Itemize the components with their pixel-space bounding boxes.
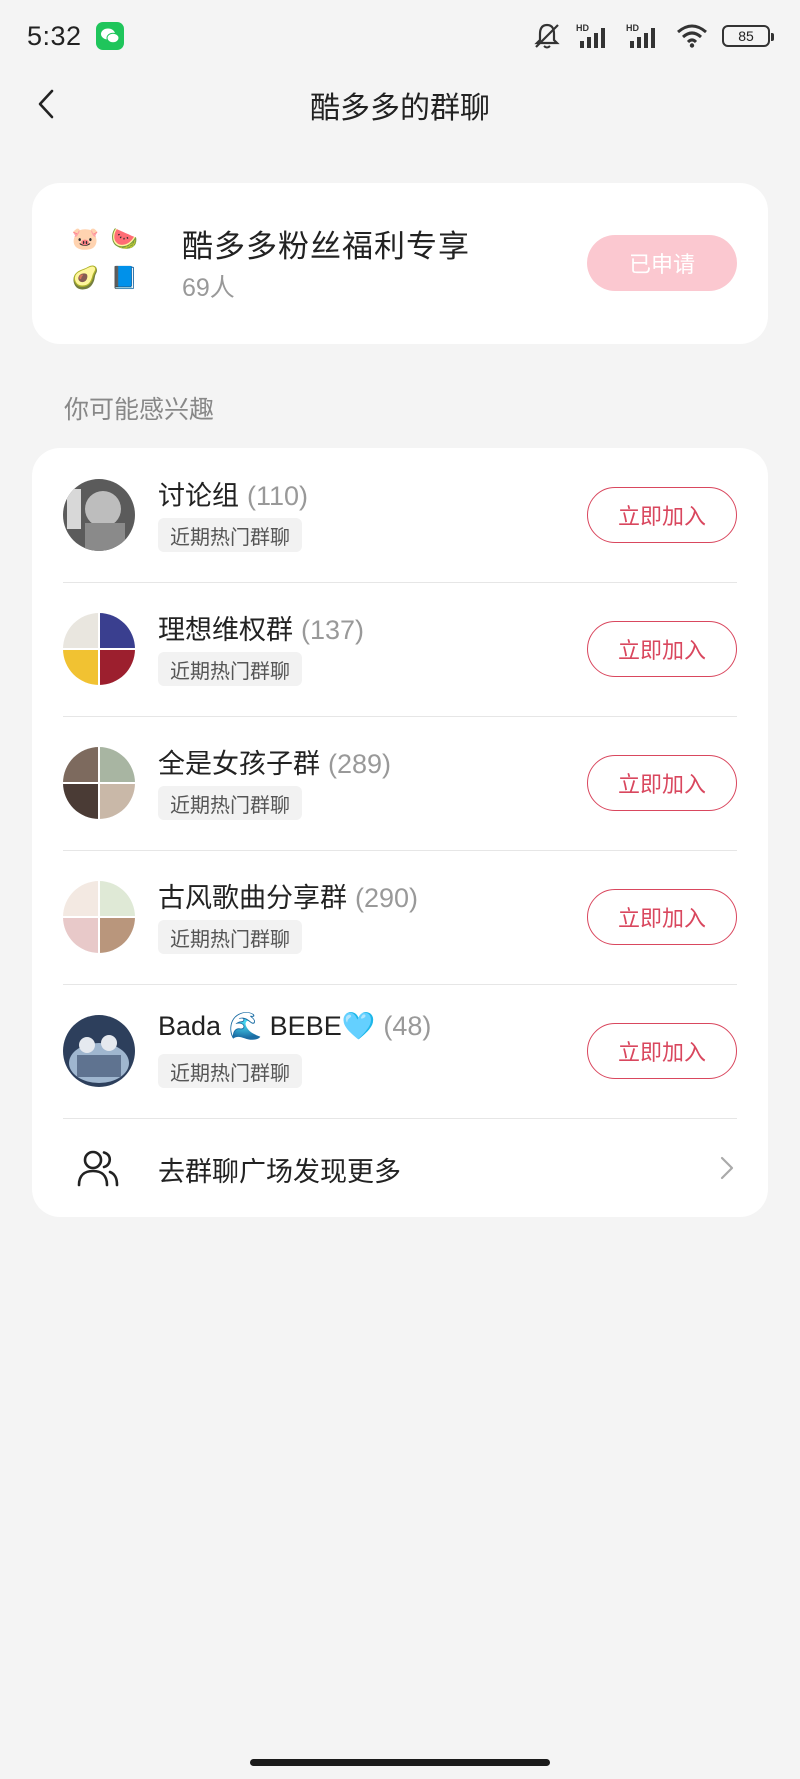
signal-2-icon: HD — [626, 23, 655, 48]
mosaic-cell: 🐷 — [71, 225, 100, 251]
group-name-line: Bada 🌊 BEBE🩵 (48) — [158, 1010, 431, 1042]
svg-text:HD: HD — [576, 23, 589, 33]
group-avatar — [63, 613, 135, 685]
chevron-right-icon — [720, 1156, 734, 1180]
page-header: 酷多多的群聊 — [0, 72, 800, 138]
chevron-left-icon — [38, 89, 54, 119]
discover-more-label: 去群聊广场发现更多 — [158, 1157, 401, 1187]
group-avatar-mosaic: 🐷 🍉 🥑 📘 — [66, 219, 144, 297]
group-avatar — [63, 1015, 135, 1087]
mosaic-cell: 🥑 — [71, 264, 100, 290]
mosaic-cell: 📘 — [110, 264, 139, 290]
suggested-groups-card: 讨论组 (110) 近期热门群聊 立即加入 理想维权群 (137) 近期热门群聊 立… — [32, 448, 768, 1217]
join-button[interactable]: 立即加入 — [587, 621, 737, 677]
group-name: Bada 🌊 BEBE🩵 — [158, 1011, 376, 1041]
group-member-count: (110) — [247, 481, 309, 511]
hot-group-tag: 近期热门群聊 — [158, 652, 302, 686]
back-button[interactable] — [24, 82, 68, 126]
mute-bell-icon — [534, 23, 560, 49]
join-button[interactable]: 立即加入 — [587, 755, 737, 811]
svg-text:HD: HD — [626, 23, 639, 33]
my-group-member-count: 69人 — [182, 274, 235, 302]
group-name-line: 理想维权群 (137) — [158, 608, 364, 647]
signal-1-icon: HD — [576, 23, 605, 48]
hot-group-tag: 近期热门群聊 — [158, 920, 302, 954]
status-time: 5:32 — [27, 20, 82, 51]
my-group-name: 酷多多粉丝福利专享 — [182, 229, 470, 264]
group-name: 全是女孩子群 — [158, 749, 320, 779]
battery-indicator: 85 — [722, 25, 774, 47]
group-name: 古风歌曲分享群 — [158, 883, 347, 913]
applied-button[interactable]: 已申请 — [587, 235, 737, 291]
group-row[interactable]: 全是女孩子群 (289) 近期热门群聊 立即加入 — [32, 716, 768, 850]
group-member-count: (137) — [301, 615, 365, 645]
join-button[interactable]: 立即加入 — [587, 889, 737, 945]
group-avatar — [63, 747, 135, 819]
section-label: 你可能感兴趣 — [64, 396, 215, 424]
group-row[interactable]: 古风歌曲分享群 (290) 近期热门群聊 立即加入 — [32, 850, 768, 984]
wifi-icon — [677, 24, 707, 48]
discover-more-row[interactable]: 去群聊广场发现更多 — [32, 1118, 768, 1217]
mosaic-cell: 🍉 — [110, 225, 139, 251]
page-title: 酷多多的群聊 — [310, 92, 490, 125]
group-name-line: 讨论组 (110) — [158, 474, 308, 513]
group-row[interactable]: Bada 🌊 BEBE🩵 (48) 近期热门群聊 立即加入 — [32, 984, 768, 1118]
group-avatar — [63, 881, 135, 953]
wechat-notification-icon — [95, 22, 124, 50]
group-member-count: (289) — [328, 749, 392, 779]
group-name-line: 古风歌曲分享群 (290) — [158, 876, 418, 915]
home-indicator[interactable] — [250, 1759, 550, 1766]
group-row[interactable]: 讨论组 (110) 近期热门群聊 立即加入 — [32, 448, 768, 582]
group-member-count: (290) — [355, 883, 419, 913]
status-left: 5:32 — [27, 21, 124, 52]
group-name: 理想维权群 — [158, 615, 293, 645]
hot-group-tag: 近期热门群聊 — [158, 518, 302, 552]
group-avatar — [63, 479, 135, 551]
hot-group-tag: 近期热门群聊 — [158, 786, 302, 820]
join-button[interactable]: 立即加入 — [587, 1023, 737, 1079]
join-button[interactable]: 立即加入 — [587, 487, 737, 543]
group-name-line: 全是女孩子群 (289) — [158, 742, 391, 781]
group-name: 讨论组 — [158, 481, 239, 511]
people-icon — [77, 1150, 119, 1187]
group-row[interactable]: 理想维权群 (137) 近期热门群聊 立即加入 — [32, 582, 768, 716]
my-group-card[interactable]: 🐷 🍉 🥑 📘 酷多多粉丝福利专享 69人 已申请 — [32, 183, 768, 344]
status-right: HD HD 85 — [532, 22, 774, 50]
status-bar: 5:32 HD HD 85 — [0, 0, 800, 72]
hot-group-tag: 近期热门群聊 — [158, 1054, 302, 1088]
group-member-count: (48) — [383, 1011, 432, 1041]
